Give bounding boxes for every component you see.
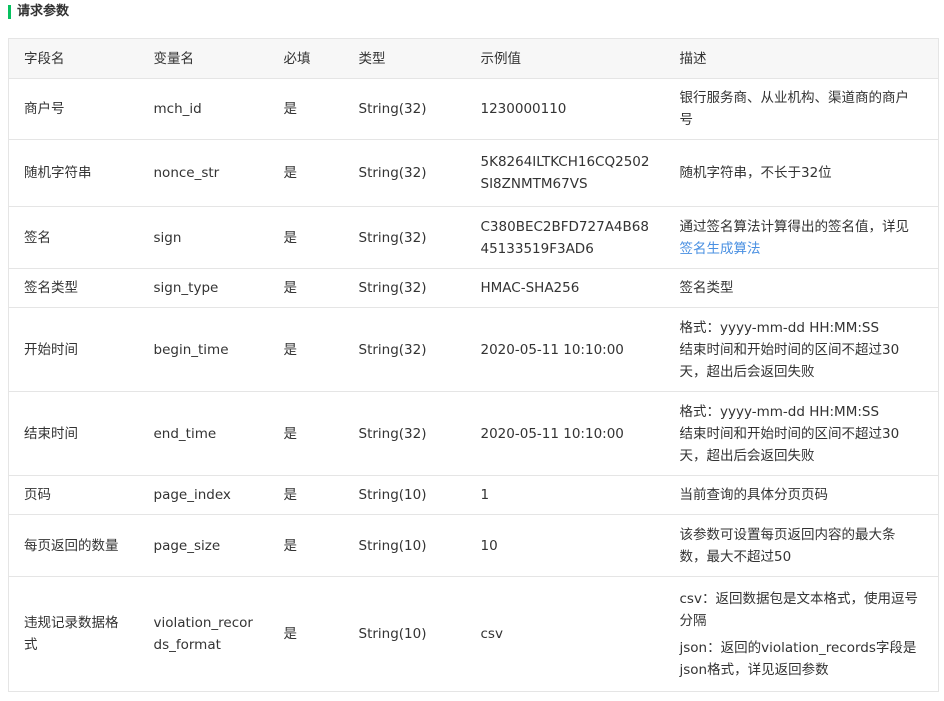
cell-var: page_size [138, 514, 269, 577]
cell-field: 随机字符串 [8, 139, 139, 207]
cell-required: 是 [268, 307, 344, 392]
cell-field: 签名 [8, 206, 139, 269]
table-header-row: 字段名 变量名 必填 类型 示例值 描述 [8, 38, 939, 79]
cell-field: 违规记录数据格式 [8, 576, 139, 692]
cell-example: 1 [465, 475, 665, 515]
cell-type: String(32) [343, 307, 466, 392]
cell-required: 是 [268, 206, 344, 269]
cell-var: nonce_str [138, 139, 269, 207]
cell-var: mch_id [138, 78, 269, 140]
section-title: 请求参数 [8, 3, 69, 20]
cell-example: HMAC-SHA256 [465, 268, 665, 308]
cell-var: violation_records_format [138, 576, 269, 692]
cell-desc: 银行服务商、从业机构、渠道商的商户号 [664, 78, 939, 140]
cell-required: 是 [268, 475, 344, 515]
cell-desc: 随机字符串，不长于32位 [664, 139, 939, 207]
table-row: 签名 sign 是 String(32) C380BEC2BFD727A4B68… [8, 206, 939, 269]
desc-paragraph: json：返回的violation_records字段是json格式，详见返回参… [679, 639, 917, 678]
table-row: 签名类型 sign_type 是 String(32) HMAC-SHA256 … [8, 268, 939, 308]
table-row: 结束时间 end_time 是 String(32) 2020-05-11 10… [8, 391, 939, 476]
cell-type: String(32) [343, 268, 466, 308]
signature-algorithm-link[interactable]: 签名生成算法 [680, 241, 761, 257]
cell-example: 1230000110 [465, 78, 665, 140]
cell-required: 是 [268, 391, 344, 476]
cell-example: 5K8264ILTKCH16CQ2502SI8ZNMTM67VS [465, 139, 665, 207]
table-row: 随机字符串 nonce_str 是 String(32) 5K8264ILTKC… [8, 139, 939, 207]
cell-type: String(10) [343, 514, 466, 577]
request-params-table: 字段名 变量名 必填 类型 示例值 描述 商户号 mch_id 是 String… [8, 38, 939, 692]
cell-var: sign [138, 206, 269, 269]
cell-example: csv [465, 576, 665, 692]
cell-var: page_index [138, 475, 269, 515]
header-field-name: 字段名 [8, 38, 139, 79]
cell-example: 2020-05-11 10:10:00 [465, 391, 665, 476]
header-description: 描述 [664, 38, 939, 79]
cell-desc: 当前查询的具体分页页码 [664, 475, 939, 515]
cell-desc: 格式：yyyy-mm-dd HH:MM:SS 结束时间和开始时间的区间不超过30天… [664, 307, 939, 392]
cell-var: sign_type [138, 268, 269, 308]
cell-field: 签名类型 [8, 268, 139, 308]
cell-desc: 签名类型 [664, 268, 939, 308]
table-row: 每页返回的数量 page_size 是 String(10) 10 该参数可设置… [8, 514, 939, 577]
cell-type: String(32) [343, 139, 466, 207]
cell-field: 每页返回的数量 [8, 514, 139, 577]
desc-paragraph: csv：返回数据包是文本格式，使用逗号分隔 [679, 590, 918, 629]
cell-field: 商户号 [8, 78, 139, 140]
cell-required: 是 [268, 78, 344, 140]
cell-type: String(10) [343, 475, 466, 515]
cell-required: 是 [268, 139, 344, 207]
cell-desc: 格式：yyyy-mm-dd HH:MM:SS 结束时间和开始时间的区间不超过30天… [664, 391, 939, 476]
cell-type: String(32) [343, 391, 466, 476]
cell-required: 是 [268, 268, 344, 308]
cell-var: begin_time [138, 307, 269, 392]
cell-desc: 通过签名算法计算得出的签名值，详见签名生成算法 [664, 206, 939, 269]
cell-desc: csv：返回数据包是文本格式，使用逗号分隔 json：返回的violation_r… [664, 576, 939, 692]
desc-line: 结束时间和开始时间的区间不超过30天，超出后会返回失败 [679, 341, 900, 380]
title-accent-bar [8, 4, 11, 19]
header-variable-name: 变量名 [138, 38, 269, 79]
table-row: 商户号 mch_id 是 String(32) 1230000110 银行服务商… [8, 78, 939, 140]
table-row: 页码 page_index 是 String(10) 1 当前查询的具体分页页码 [8, 475, 939, 515]
cell-field: 开始时间 [8, 307, 139, 392]
cell-field: 结束时间 [8, 391, 139, 476]
cell-desc: 该参数可设置每页返回内容的最大条数，最大不超过50 [664, 514, 939, 577]
cell-required: 是 [268, 576, 344, 692]
cell-type: String(10) [343, 576, 466, 692]
cell-type: String(32) [343, 206, 466, 269]
header-required: 必填 [268, 38, 344, 79]
desc-line: 格式：yyyy-mm-dd HH:MM:SS [679, 403, 880, 420]
header-type: 类型 [343, 38, 466, 79]
cell-type: String(32) [343, 78, 466, 140]
cell-field: 页码 [8, 475, 139, 515]
table-row: 开始时间 begin_time 是 String(32) 2020-05-11 … [8, 307, 939, 392]
section-title-text: 请求参数 [17, 4, 70, 19]
cell-example: 10 [465, 514, 665, 577]
table-row: 违规记录数据格式 violation_records_format 是 Stri… [8, 576, 939, 692]
cell-example: C380BEC2BFD727A4B6845133519F3AD6 [465, 206, 665, 269]
cell-var: end_time [138, 391, 269, 476]
header-example: 示例值 [465, 38, 665, 79]
desc-line: 结束时间和开始时间的区间不超过30天，超出后会返回失败 [679, 425, 900, 464]
cell-example: 2020-05-11 10:10:00 [465, 307, 665, 392]
cell-required: 是 [268, 514, 344, 577]
desc-line: 格式：yyyy-mm-dd HH:MM:SS [679, 319, 880, 336]
desc-text: 通过签名算法计算得出的签名值，详见 [679, 218, 910, 235]
